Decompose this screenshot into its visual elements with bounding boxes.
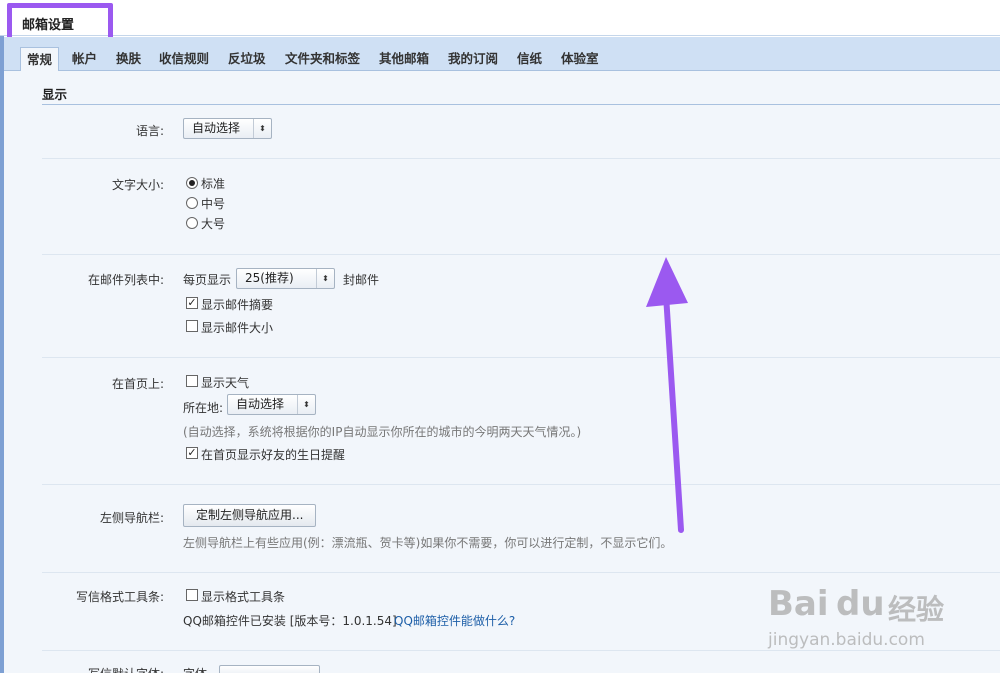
font-size-medium-label: 中号 [201, 197, 226, 211]
show-summary-checkbox[interactable]: ✓ [186, 297, 198, 309]
font-size-medium-radio[interactable] [186, 197, 198, 209]
baidu-jingyan-watermark: Bai du 经验 jingyan.baidu.com [768, 570, 988, 660]
birthday-label: 在首页显示好友的生日提醒 [201, 448, 346, 462]
per-page-select-value: 25(推荐) [245, 271, 294, 285]
homepage-label: 在首页上: [111, 377, 164, 391]
compose-font-label: 写信默认字体: [24, 665, 164, 673]
watermark-brand2: du [836, 584, 885, 624]
row-divider [42, 357, 1000, 358]
birthday-checkbox[interactable]: ✓ [186, 447, 198, 459]
select-arrows-icon: ⬍ [316, 269, 334, 288]
row-divider [42, 254, 1000, 255]
font-size-standard-label: 标准 [201, 177, 226, 191]
language-select[interactable]: 自动选择 ⬍ [183, 118, 272, 139]
language-label: 语言: [135, 124, 164, 138]
left-nav-label: 左侧导航栏: [99, 511, 164, 525]
per-page-suffix: 封邮件 [343, 273, 380, 287]
row-divider [42, 158, 1000, 159]
compose-toolbar-label: 写信格式工具条: [75, 590, 164, 604]
show-weather-label: 显示天气 [201, 376, 250, 390]
compose-font-select[interactable] [219, 665, 320, 673]
tab-folders-labels[interactable]: 文件夹和标签 [285, 47, 360, 71]
tab-stationery[interactable]: 信纸 [517, 47, 542, 71]
control-help-link[interactable]: QQ邮箱控件能做什么? [394, 612, 515, 629]
show-summary-label: 显示邮件摘要 [201, 298, 274, 312]
customize-left-nav-button[interactable]: 定制左侧导航应用... [183, 504, 317, 527]
tab-account[interactable]: 帐户 [72, 47, 97, 71]
tab-subscriptions[interactable]: 我的订阅 [448, 47, 498, 71]
title-bar: 邮箱设置 [0, 0, 1000, 36]
section-divider [42, 104, 1000, 105]
watermark-url: jingyan.baidu.com [768, 630, 925, 650]
font-size-large-radio[interactable] [186, 217, 198, 229]
tab-other-mailboxes[interactable]: 其他邮箱 [379, 47, 429, 71]
location-select[interactable]: 自动选择 ⬍ [227, 394, 316, 415]
row-divider [42, 484, 1000, 485]
font-size-standard-radio[interactable] [186, 177, 198, 189]
font-size-large-label: 大号 [201, 217, 226, 231]
tab-inbox-rules[interactable]: 收信规则 [159, 47, 209, 71]
control-installed-text: QQ邮箱控件已安装 [版本号：1.0.1.54] [183, 614, 397, 628]
annotation-arrow-icon [646, 257, 688, 533]
watermark-brand: Bai [768, 584, 829, 624]
show-toolbar-label: 显示格式工具条 [201, 590, 286, 604]
section-title-display: 显示 [42, 87, 68, 102]
show-weather-checkbox[interactable] [186, 375, 198, 387]
select-arrows-icon: ⬍ [297, 395, 315, 414]
show-toolbar-checkbox[interactable] [186, 589, 198, 601]
watermark-cn: 经验 [888, 593, 945, 626]
tab-anti-spam[interactable]: 反垃圾 [228, 47, 266, 71]
font-size-label: 文字大小: [111, 178, 164, 192]
weather-hint: (自动选择，系统将根据你的IP自动显示你所在的城市的今明两天天气情况。) [183, 425, 582, 439]
tab-general[interactable]: 常规 [20, 47, 60, 72]
show-size-checkbox[interactable] [186, 320, 198, 332]
language-select-value: 自动选择 [192, 121, 241, 135]
tab-skin[interactable]: 换肤 [116, 47, 141, 71]
mail-list-label: 在邮件列表中: [87, 273, 164, 287]
location-select-value: 自动选择 [236, 397, 285, 411]
show-size-label: 显示邮件大小 [201, 321, 274, 335]
left-nav-hint: 左侧导航栏上有些应用(例：漂流瓶、贺卡等)如果你不需要，你可以进行定制，不显示它… [183, 536, 673, 550]
per-page-prefix: 每页显示 [183, 273, 232, 287]
settings-tab-bar: 常规 帐户 换肤 收信规则 反垃圾 文件夹和标签 其他邮箱 我的订阅 信纸 体验… [4, 37, 1000, 72]
compose-font-prefix: 字体 [183, 665, 207, 673]
per-page-select[interactable]: 25(推荐) ⬍ [236, 268, 335, 289]
select-arrows-icon: ⬍ [253, 119, 271, 138]
tab-labs[interactable]: 体验室 [561, 47, 599, 71]
location-label: 所在地: [183, 401, 224, 415]
